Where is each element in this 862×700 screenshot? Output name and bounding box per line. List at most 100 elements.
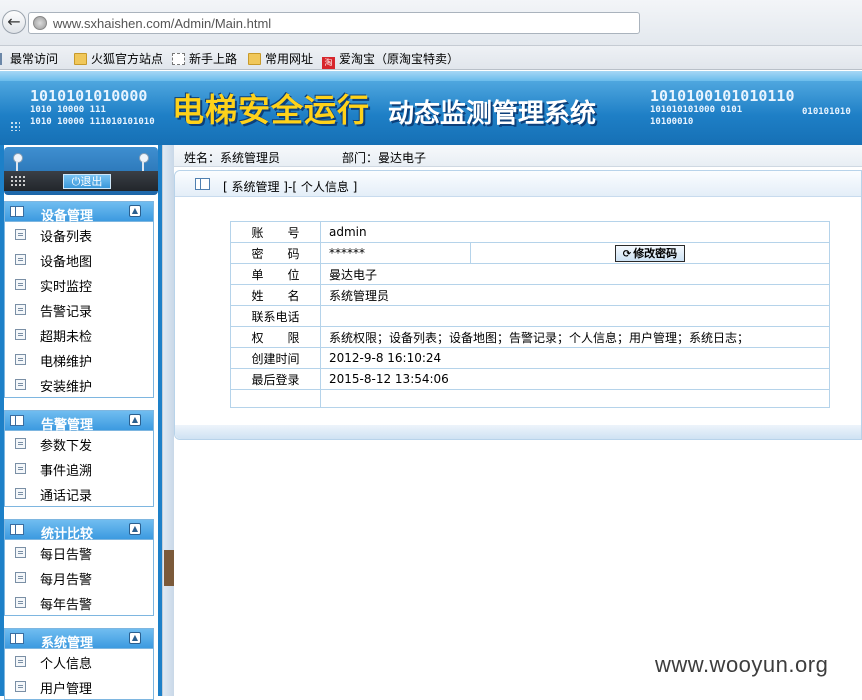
menu-group-header[interactable]: 设备管理 ▲ (5, 202, 153, 224)
row-label: 最后登录 (230, 368, 321, 390)
banner-dots-icon (10, 121, 20, 131)
sidebar-item-alarm-records[interactable]: 告警记录 (5, 297, 153, 322)
user-name: 姓名：系统管理员 (184, 151, 281, 165)
sidebar-item-monthly-alarm[interactable]: 每月告警 (5, 565, 153, 590)
sidebar-item-yearly-alarm[interactable]: 每年告警 (5, 590, 153, 615)
table-row: 最后登录 2015-8-12 13:54:06 (230, 368, 830, 390)
document-icon (15, 379, 26, 390)
sidebar-item-call-records[interactable]: 通话记录 (5, 481, 153, 506)
change-password-button[interactable]: ⟳ 修改密码 (615, 245, 685, 262)
sidebar-item-device-map[interactable]: 设备地图 (5, 247, 153, 272)
banner-binary: 1010 10000 111010101010 (30, 117, 155, 127)
taobao-icon: 淘 (322, 57, 335, 69)
splitter-handle[interactable] (164, 550, 174, 586)
url-text: www.sxhaishen.com/Admin/Main.html (53, 16, 272, 31)
document-icon (15, 254, 26, 265)
row-value: admin (320, 221, 830, 243)
panel-icon (10, 633, 24, 644)
back-arrow-icon: ← (7, 12, 21, 31)
sidebar-item-elevator-maintenance[interactable]: 电梯维护 (5, 347, 153, 372)
browser-toolbar: ← www.sxhaishen.com/Admin/Main.html (0, 0, 862, 46)
document-icon (15, 597, 26, 608)
banner-binary: 1010101010000 (30, 87, 148, 105)
table-row: 账 号 admin (230, 221, 830, 243)
sidebar-item-daily-alarm[interactable]: 每日告警 (5, 540, 153, 565)
sidebar-item-param-dispatch[interactable]: 参数下发 (5, 431, 153, 456)
sidebar-item-event-trace[interactable]: 事件追溯 (5, 456, 153, 481)
banner-subtitle: 动态监测管理系统 (388, 99, 597, 129)
row-label: 密 码 (230, 242, 321, 264)
personal-info-table: 账 号 admin 密 码 ****** ⟳ 修改密码 单 位 曼达电子 姓 名 … (230, 221, 830, 408)
row-value: 曼达电子 (320, 263, 830, 285)
row-label: 姓 名 (230, 284, 321, 306)
personal-info-panel: [ 系统管理 ]-[ 个人信息 ] 账 号 admin 密 码 ****** ⟳… (174, 170, 862, 440)
bookmark-getting-started[interactable]: 新手上路 (172, 50, 237, 67)
sidebar-item-personal-info[interactable]: 个人信息 (5, 649, 153, 674)
collapse-icon[interactable]: ▲ (129, 414, 141, 426)
row-label: 权 限 (230, 326, 321, 348)
sidebar-item-realtime-monitor[interactable]: 实时监控 (5, 272, 153, 297)
document-icon (15, 329, 26, 340)
document-icon (15, 656, 26, 667)
bookmark-common-sites[interactable]: 常用网址 (248, 50, 313, 67)
row-value (320, 389, 830, 408)
table-row: 权 限 系统权限；设备列表；设备地图；告警记录；个人信息；用户管理；系统日志； (230, 326, 830, 348)
bookmark-most-visited[interactable]: 最常访问 (0, 50, 58, 67)
menu-group-device: 设备管理 ▲ 设备列表 设备地图 实时监控 告警记录 超期未检 电梯维护 安装维… (4, 201, 154, 398)
panel-icon (195, 178, 210, 190)
table-row: 创建时间 2012-9-8 16:10:24 (230, 347, 830, 369)
watermark: www.wooyun.org (655, 652, 829, 677)
document-icon (15, 572, 26, 583)
menu-group-header[interactable]: 系统管理 ▲ (5, 629, 153, 651)
panel-icon (10, 524, 24, 535)
back-button[interactable]: ← (2, 10, 26, 34)
table-row: 单 位 曼达电子 (230, 263, 830, 285)
bookmarks-bar: 最常访问 火狐官方站点 新手上路 常用网址 淘爱淘宝（原淘宝特卖） (0, 46, 862, 70)
row-value: 2015-8-12 13:54:06 (320, 368, 830, 390)
sidebar-top: ⏻退出 (4, 147, 158, 195)
row-value (320, 305, 830, 327)
menu-group-alarm: 告警管理 ▲ 参数下发 事件追溯 通话记录 (4, 410, 154, 507)
panel-footer (175, 425, 861, 439)
panel-header: [ 系统管理 ]-[ 个人信息 ] (175, 171, 861, 197)
banner-title: 电梯安全运行 (172, 91, 371, 129)
menu-group-header[interactable]: 统计比较 ▲ (5, 520, 153, 542)
row-label: 单 位 (230, 263, 321, 285)
panel-icon (10, 206, 24, 217)
folder-icon (248, 53, 261, 65)
document-icon (15, 463, 26, 474)
sidebar-item-overdue-inspection[interactable]: 超期未检 (5, 322, 153, 347)
sidebar-item-device-list[interactable]: 设备列表 (5, 222, 153, 247)
document-icon (15, 547, 26, 558)
banner-binary: 1010100101010110 (650, 87, 795, 105)
row-value: 2012-9-8 16:10:24 (320, 347, 830, 369)
banner-binary: 101010101000 0101 (650, 105, 743, 115)
panel-title: [ 系统管理 ]-[ 个人信息 ] (223, 180, 358, 194)
banner-stripe (0, 71, 862, 81)
logout-button[interactable]: ⏻退出 (63, 174, 111, 189)
bookmark-firefox-site[interactable]: 火狐官方站点 (74, 50, 163, 67)
collapse-icon[interactable]: ▲ (129, 205, 141, 217)
globe-icon (33, 16, 47, 30)
banner-binary: 10100010 (650, 117, 694, 127)
sidebar-item-user-management[interactable]: 用户管理 (5, 674, 153, 699)
document-icon (15, 229, 26, 240)
bookmark-icon (0, 53, 6, 65)
url-field[interactable]: www.sxhaishen.com/Admin/Main.html (28, 12, 640, 34)
menu-group-header[interactable]: 告警管理 ▲ (5, 411, 153, 433)
table-row: 姓 名 系统管理员 (230, 284, 830, 306)
row-value: 系统管理员 (320, 284, 830, 306)
folder-icon (74, 53, 87, 65)
table-row: 密 码 ****** ⟳ 修改密码 (230, 242, 830, 264)
page-icon (172, 53, 185, 65)
row-label: 创建时间 (230, 347, 321, 369)
row-value: ****** (320, 242, 471, 264)
menu-group-system: 系统管理 ▲ 个人信息 用户管理 (4, 628, 154, 700)
collapse-icon[interactable]: ▲ (129, 632, 141, 644)
sidebar-splitter[interactable] (162, 145, 174, 696)
user-info-bar: 姓名：系统管理员 部门：曼达电子 (174, 145, 862, 167)
collapse-icon[interactable]: ▲ (129, 523, 141, 535)
document-icon (15, 354, 26, 365)
bookmark-aitaobao[interactable]: 淘爱淘宝（原淘宝特卖） (322, 50, 459, 69)
sidebar-item-install-maintenance[interactable]: 安装维护 (5, 372, 153, 397)
